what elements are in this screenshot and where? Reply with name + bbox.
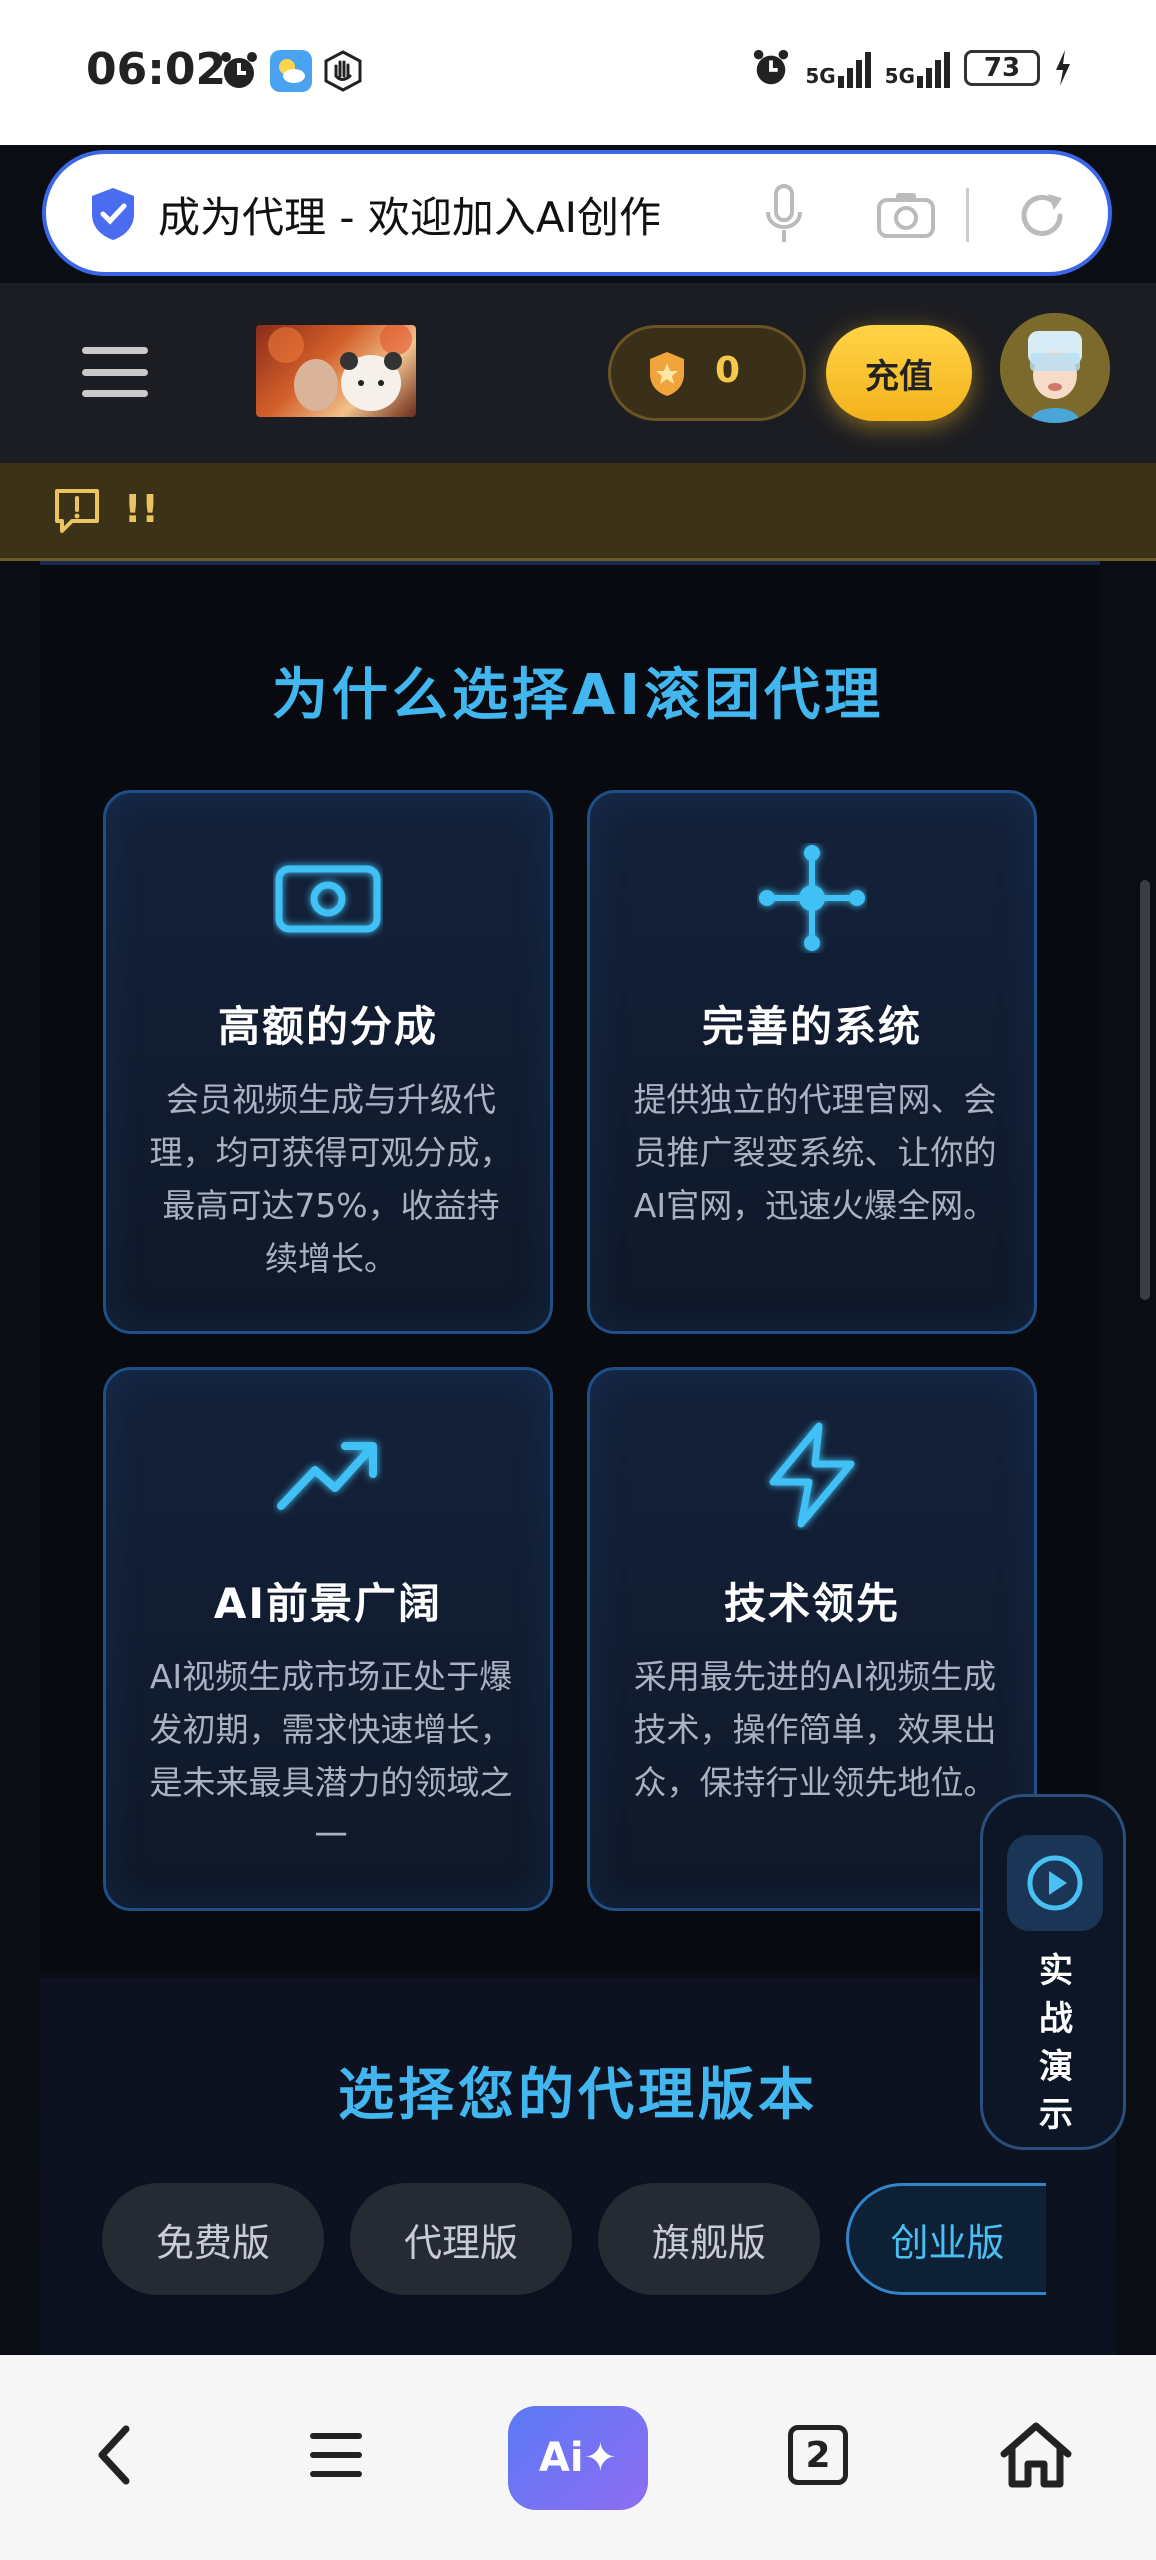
feature-card-prospect: AI前景广阔 AI视频生成市场正处于爆发初期，需求快速增长，是未来最具潜力的领域… (103, 1367, 553, 1911)
alarm-icon (218, 50, 260, 92)
demo-float-button[interactable]: 实战演示 (980, 1794, 1126, 2150)
version-section (40, 1977, 1116, 2357)
play-icon (1007, 1835, 1103, 1931)
tabs-button[interactable]: 2 (786, 2405, 850, 2505)
page-title[interactable]: 成为代理 - 欢迎加入AI创作 (158, 184, 661, 245)
site-logo[interactable] (256, 325, 416, 417)
status-right: 5G 5G 73 (751, 48, 1072, 88)
battery-indicator: 73 (964, 50, 1040, 86)
tab-count: 2 (788, 2425, 848, 2485)
card-description: 采用最先进的AI视频生成技术，操作简单，效果出众，保持行业领先地位。 (633, 1657, 997, 1802)
home-button[interactable] (996, 2405, 1076, 2505)
feature-card-system: 完善的系统 提供独立的代理官网、会员推广裂变系统、让你的AI官网，迅速火爆全网。 (587, 790, 1037, 1334)
menu-icon[interactable] (82, 347, 148, 397)
feature-card-tech: 技术领先 采用最先进的AI视频生成技术，操作简单，效果出众，保持行业领先地位。 (587, 1367, 1037, 1911)
battery-level: 73 (983, 53, 1021, 83)
back-arrow-icon (98, 2425, 130, 2485)
shield-check-icon (92, 188, 134, 240)
browser-bottom-nav: Ai✦ 2 (0, 2355, 1156, 2560)
ai-assistant-button[interactable]: Ai✦ (508, 2406, 648, 2510)
reload-icon[interactable] (1014, 188, 1070, 244)
card-description: AI视频生成市场正处于爆发初期，需求快速增长，是未来最具潜力的领域之一 (149, 1657, 513, 1855)
signal-1: 5G (805, 48, 871, 88)
signal-2: 5G (885, 48, 950, 88)
coin-balance[interactable]: 0 (608, 325, 806, 421)
trending-up-icon (277, 1442, 377, 1510)
separator (966, 188, 969, 242)
money-icon (275, 865, 381, 933)
notice-text: !! (124, 487, 159, 531)
hand-icon (322, 50, 364, 92)
feature-card-revenue: 高额的分成 会员视频生成与升级代理，均可获得可观分成，最高可达75%，收益持续增… (103, 790, 553, 1334)
microphone-icon[interactable] (764, 182, 804, 246)
recharge-button[interactable]: 充值 (826, 325, 972, 421)
list-icon (310, 2433, 362, 2477)
card-description: 会员视频生成与升级代理，均可获得可观分成，最高可达75%，收益持续增长。 (149, 1080, 513, 1278)
coin-shield-icon (650, 352, 684, 396)
weather-icon (270, 50, 312, 92)
why-section-title: 为什么选择AI滚团代理 (271, 663, 885, 728)
status-time: 06:02 (86, 44, 227, 95)
version-tabs: 免费版 代理版 旗舰版 创业版 (102, 2183, 1046, 2295)
back-button[interactable] (84, 2405, 144, 2505)
network-label-1: 5G (805, 64, 836, 88)
coin-count: 0 (715, 350, 741, 391)
scrollbar[interactable] (1140, 880, 1150, 1300)
network-icon (759, 845, 865, 951)
app-header: 0 充值 (0, 283, 1156, 463)
status-bar: 06:02 5G 5G 73 (0, 0, 1156, 145)
camera-icon[interactable] (876, 190, 936, 240)
menu-button[interactable] (306, 2405, 366, 2505)
card-title: 完善的系统 (701, 1002, 922, 1051)
tab-free[interactable]: 免费版 (102, 2183, 324, 2295)
notice-bar: !! (0, 463, 1156, 561)
status-notification-icons (218, 50, 364, 92)
tab-startup[interactable]: 创业版 (846, 2183, 1046, 2295)
avatar[interactable] (1000, 313, 1110, 423)
address-bar[interactable]: 成为代理 - 欢迎加入AI创作 (42, 150, 1112, 276)
signal-bars-icon (837, 48, 871, 88)
alert-message-icon (55, 489, 99, 533)
card-title: 技术领先 (723, 1579, 900, 1628)
tab-agent[interactable]: 代理版 (350, 2183, 572, 2295)
card-title: 高额的分成 (217, 1002, 438, 1051)
charging-icon (1056, 50, 1070, 86)
card-description: 提供独立的代理官网、会员推广裂变系统、让你的AI官网，迅速火爆全网。 (633, 1080, 997, 1225)
network-label-2: 5G (884, 64, 915, 88)
tab-flagship[interactable]: 旗舰版 (598, 2183, 820, 2295)
signal-bars-icon (917, 48, 950, 88)
home-icon (1000, 2422, 1072, 2488)
lightning-icon (769, 1422, 855, 1528)
alarm-status-icon (754, 49, 789, 85)
demo-label: 实战演示 (1039, 1951, 1073, 2135)
card-title: AI前景广阔 (213, 1579, 443, 1628)
